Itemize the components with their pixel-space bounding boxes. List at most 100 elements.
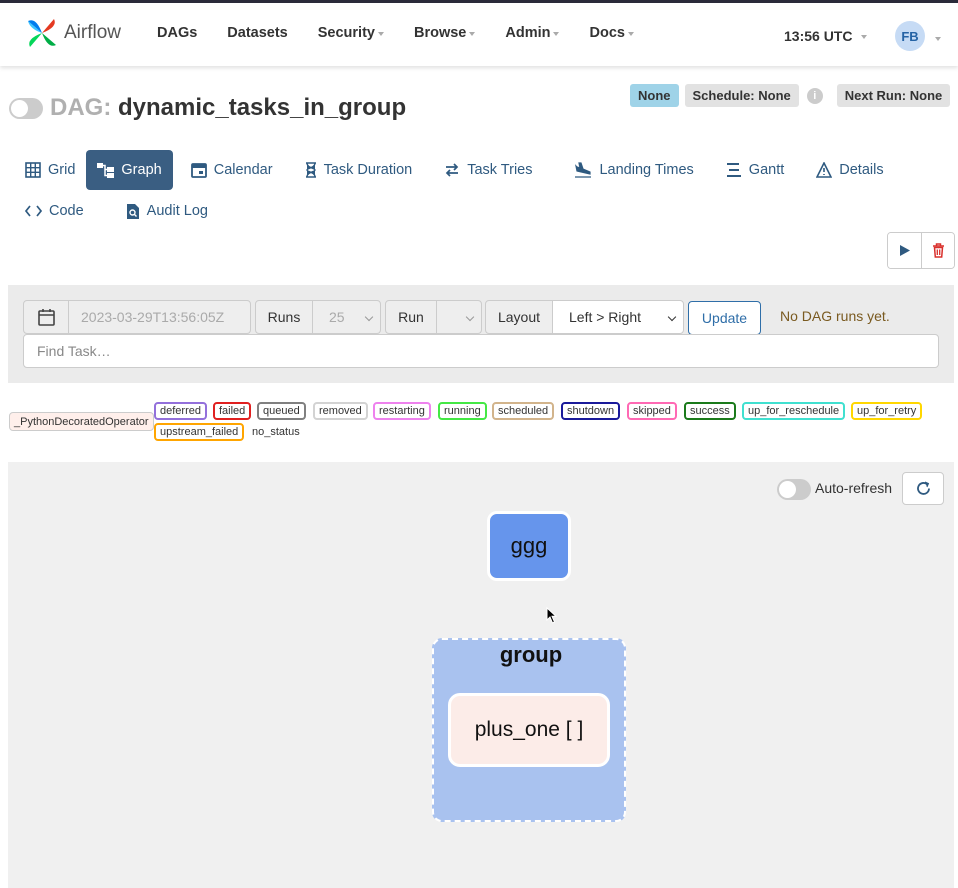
tab-label: Grid [48, 162, 76, 178]
tab-details[interactable]: Details [805, 150, 894, 190]
nav-dags[interactable]: DAGs [157, 25, 197, 41]
tab-task-duration[interactable]: Task Duration [294, 150, 424, 190]
layout-label: Layout [485, 300, 553, 334]
airflow-logo[interactable]: Airflow [24, 15, 121, 51]
tab-grid[interactable]: Grid [14, 150, 86, 190]
play-icon [899, 245, 910, 256]
tab-landing-times[interactable]: Landing Times [563, 150, 704, 190]
info-icon[interactable]: i [806, 87, 823, 104]
execution-date-input[interactable]: 2023-03-29T13:56:05Z [68, 300, 251, 334]
view-tabs-row2: Code Audit Log [14, 191, 219, 231]
task-node-ggg[interactable]: ggg [487, 511, 571, 581]
chevron-down-icon [465, 312, 475, 322]
legend-operator-label: _PythonDecoratedOperator [14, 415, 149, 428]
nav-security[interactable]: Security [318, 25, 384, 41]
legend-state-up-for-retry[interactable]: up_for_retry [851, 402, 923, 420]
code-icon [25, 205, 42, 217]
task-node-plus-one[interactable]: plus_one [ ] [448, 693, 610, 767]
legend-state-up-for-reschedule[interactable]: up_for_reschedule [742, 402, 846, 420]
caret-down-icon [377, 32, 384, 36]
dag-name[interactable]: dynamic_tasks_in_group [118, 94, 406, 121]
refresh-button[interactable] [902, 472, 944, 505]
legend-label: running [444, 405, 481, 417]
tab-graph[interactable]: Graph [86, 150, 173, 190]
user-avatar[interactable]: FB [895, 21, 925, 51]
legend-label: no_status [252, 426, 300, 438]
brand-name: Airflow [64, 22, 122, 43]
runs-select[interactable]: 25 [312, 300, 381, 334]
plane-landing-icon [575, 162, 592, 178]
auto-refresh-toggle[interactable] [777, 479, 811, 500]
legend-state-shutdown[interactable]: shutdown [561, 402, 621, 420]
next-run-badge: Next Run: None [836, 84, 951, 107]
legend-label: success [690, 405, 730, 417]
legend-state-skipped[interactable]: skipped [627, 402, 677, 420]
dag-state-badge: None [630, 84, 679, 107]
refresh-icon [916, 481, 930, 495]
legend-state-scheduled[interactable]: scheduled [492, 402, 555, 420]
calendar-icon [37, 308, 55, 326]
trash-icon [932, 243, 944, 258]
legend-label: deferred [160, 405, 201, 417]
file-search-icon [126, 203, 139, 219]
runs-label: Runs [255, 300, 313, 334]
dag-actions [887, 232, 955, 269]
legend-state-removed[interactable]: removed [313, 402, 368, 420]
nav-admin-label: Admin [505, 25, 551, 41]
nav-browse[interactable]: Browse [413, 25, 476, 41]
dag-prefix: DAG: [50, 94, 112, 121]
find-task-input[interactable]: Find Task… [23, 334, 939, 368]
tab-calendar[interactable]: Calendar [180, 150, 284, 190]
layout-select[interactable]: Left > Right [552, 300, 684, 334]
legend-label: removed [319, 405, 362, 417]
tab-code[interactable]: Code [14, 191, 95, 231]
update-button[interactable]: Update [688, 301, 761, 335]
run-label: Run [385, 300, 437, 334]
airflow-pinwheel-icon [28, 19, 56, 47]
legend-state-upstream-failed[interactable]: upstream_failed [154, 423, 245, 441]
calendar-icon [190, 163, 207, 178]
legend-operator[interactable]: _PythonDecoratedOperator [9, 412, 154, 431]
runs-value: 25 [329, 309, 345, 325]
task-group-label[interactable]: group [432, 642, 630, 668]
date-picker-button[interactable] [23, 300, 69, 334]
run-select[interactable] [436, 300, 482, 334]
page-title: DAG: dynamic_tasks_in_group [50, 94, 406, 122]
nav-docs-label: Docs [589, 25, 625, 41]
legend-state-running[interactable]: running [438, 402, 487, 420]
legend-label: up_for_retry [857, 405, 917, 417]
delete-dag-button[interactable] [921, 233, 954, 268]
tab-gantt[interactable]: Gantt [715, 150, 795, 190]
tab-label: Task Tries [467, 162, 533, 178]
caret-down-icon [553, 32, 560, 36]
mouse-cursor-icon [546, 607, 557, 624]
nav-docs[interactable]: Docs [589, 25, 634, 41]
legend-state-success[interactable]: success [684, 402, 736, 420]
nav-datasets[interactable]: Datasets [227, 25, 287, 41]
caret-down-icon [627, 32, 634, 36]
legend-state-no-status[interactable]: no_status [252, 426, 300, 438]
tab-audit-log[interactable]: Audit Log [115, 191, 219, 231]
legend-state-queued[interactable]: queued [257, 402, 306, 420]
legend-label: failed [219, 405, 246, 417]
nav-admin[interactable]: Admin [505, 25, 560, 41]
nav-dags-label: DAGs [157, 25, 198, 41]
auto-refresh-label: Auto-refresh [815, 480, 893, 496]
dag-pause-toggle[interactable] [9, 98, 43, 119]
timezone-clock[interactable]: 13:56 UTC [784, 28, 868, 44]
tab-label: Audit Log [146, 203, 208, 219]
retry-icon [446, 163, 459, 177]
legend-state-restarting[interactable]: restarting [373, 402, 431, 420]
graph-icon [97, 163, 115, 178]
legend-state-deferred[interactable]: deferred [154, 402, 207, 420]
nav-security-label: Security [317, 25, 375, 41]
legend-label: scheduled [498, 405, 549, 417]
legend-label: queued [263, 405, 300, 417]
tab-task-tries[interactable]: Task Tries [433, 150, 543, 190]
tab-label: Gantt [748, 162, 785, 178]
nav-browse-label: Browse [413, 25, 467, 41]
trigger-dag-button[interactable] [888, 233, 921, 268]
legend-label: shutdown [567, 405, 615, 417]
legend-label: skipped [633, 405, 671, 417]
legend-state-failed[interactable]: failed [213, 402, 252, 420]
